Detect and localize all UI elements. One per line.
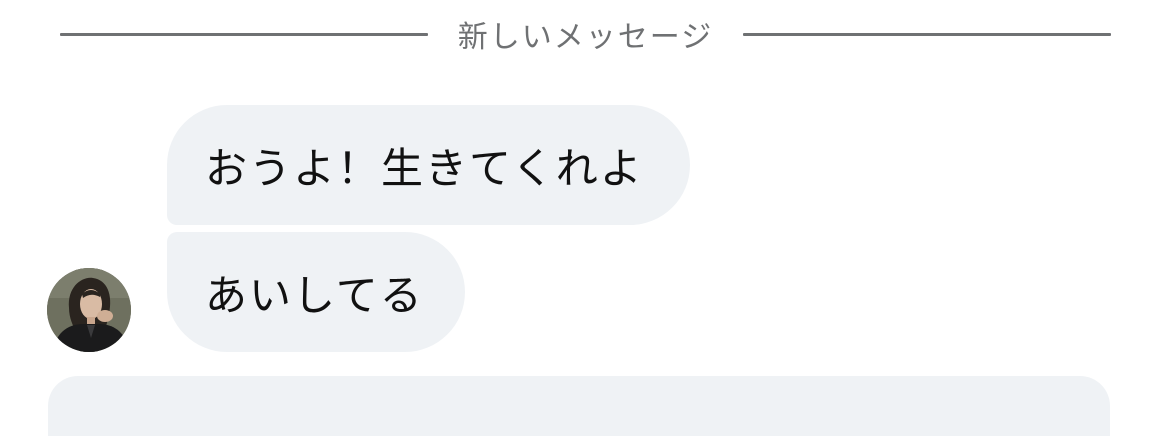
- message-bubble[interactable]: おうよ！生きてくれよ: [167, 105, 690, 225]
- new-messages-divider: 新しいメッセージ: [60, 12, 1111, 56]
- message-bubble[interactable]: あいしてる: [167, 232, 465, 352]
- divider-line-right: [743, 32, 1111, 36]
- sender-avatar[interactable]: [47, 268, 131, 352]
- message-composer[interactable]: [48, 376, 1110, 436]
- message-text: おうよ！生きてくれよ: [205, 143, 644, 193]
- divider-line-left: [60, 32, 428, 36]
- message-text: あいしてる: [205, 270, 424, 320]
- avatar-photo: [47, 268, 131, 352]
- new-messages-label: 新しいメッセージ: [457, 20, 714, 55]
